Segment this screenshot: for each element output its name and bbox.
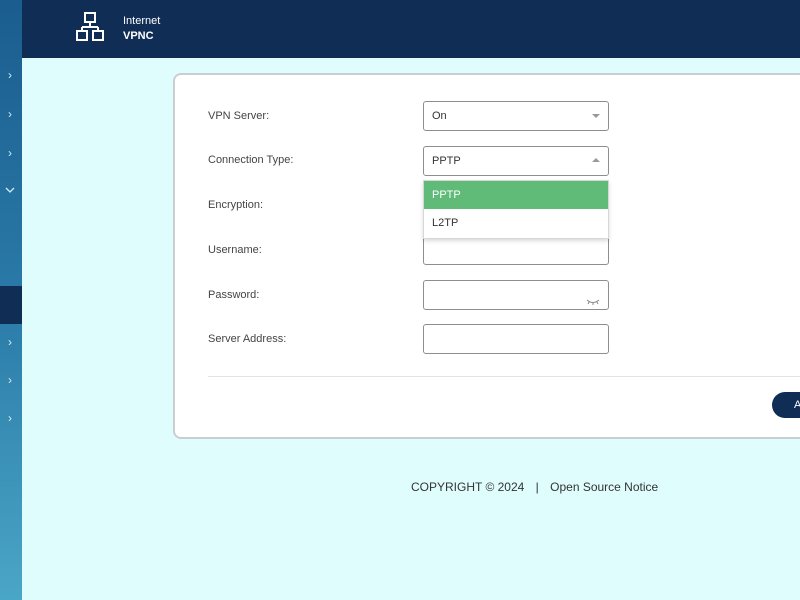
chevron-down-icon[interactable] xyxy=(3,184,17,198)
username-input[interactable] xyxy=(423,235,609,265)
footer-separator: | xyxy=(535,480,539,494)
encryption-label: Encryption: xyxy=(208,199,264,211)
sidebar: › › › › › › xyxy=(0,0,22,600)
username-label: Username: xyxy=(208,244,262,256)
section-title: Internet xyxy=(123,15,161,27)
connection-type-label: Connection Type: xyxy=(208,154,294,166)
option-pptp[interactable]: PPTP xyxy=(424,181,608,209)
chevron-right-icon[interactable]: › xyxy=(3,107,17,121)
chevron-right-icon[interactable]: › xyxy=(3,373,17,387)
server-address-label: Server Address: xyxy=(208,333,287,345)
apply-button[interactable]: A xyxy=(772,392,800,418)
apply-button-label: A xyxy=(794,399,800,411)
sidebar-active-item[interactable] xyxy=(0,286,22,324)
caret-down-icon xyxy=(592,114,600,118)
chevron-right-icon[interactable]: › xyxy=(3,146,17,160)
option-l2tp[interactable]: L2TP xyxy=(424,209,608,237)
network-icon xyxy=(76,12,104,47)
password-input[interactable] xyxy=(423,280,609,310)
vpn-server-select[interactable]: On xyxy=(423,101,609,131)
connection-type-select[interactable]: PPTP xyxy=(423,146,609,176)
copyright-text: COPYRIGHT © 2024 xyxy=(411,480,525,494)
chevron-right-icon[interactable]: › xyxy=(3,411,17,425)
caret-up-icon xyxy=(592,158,600,162)
vpn-server-value: On xyxy=(432,110,447,122)
open-source-notice-link[interactable]: Open Source Notice xyxy=(550,480,658,494)
divider xyxy=(208,376,800,377)
vpn-server-label: VPN Server: xyxy=(208,110,270,122)
server-address-input[interactable] xyxy=(423,324,609,354)
connection-type-dropdown: PPTP L2TP xyxy=(423,180,609,239)
chevron-right-icon[interactable]: › xyxy=(3,68,17,82)
eye-closed-icon[interactable] xyxy=(586,290,600,318)
connection-type-value: PPTP xyxy=(432,155,461,167)
page-title: VPNC xyxy=(123,30,154,42)
password-label: Password: xyxy=(208,289,260,301)
chevron-right-icon[interactable]: › xyxy=(3,335,17,349)
top-header: Internet VPNC xyxy=(22,0,800,58)
footer: COPYRIGHT © 2024 | Open Source Notice xyxy=(411,480,658,494)
